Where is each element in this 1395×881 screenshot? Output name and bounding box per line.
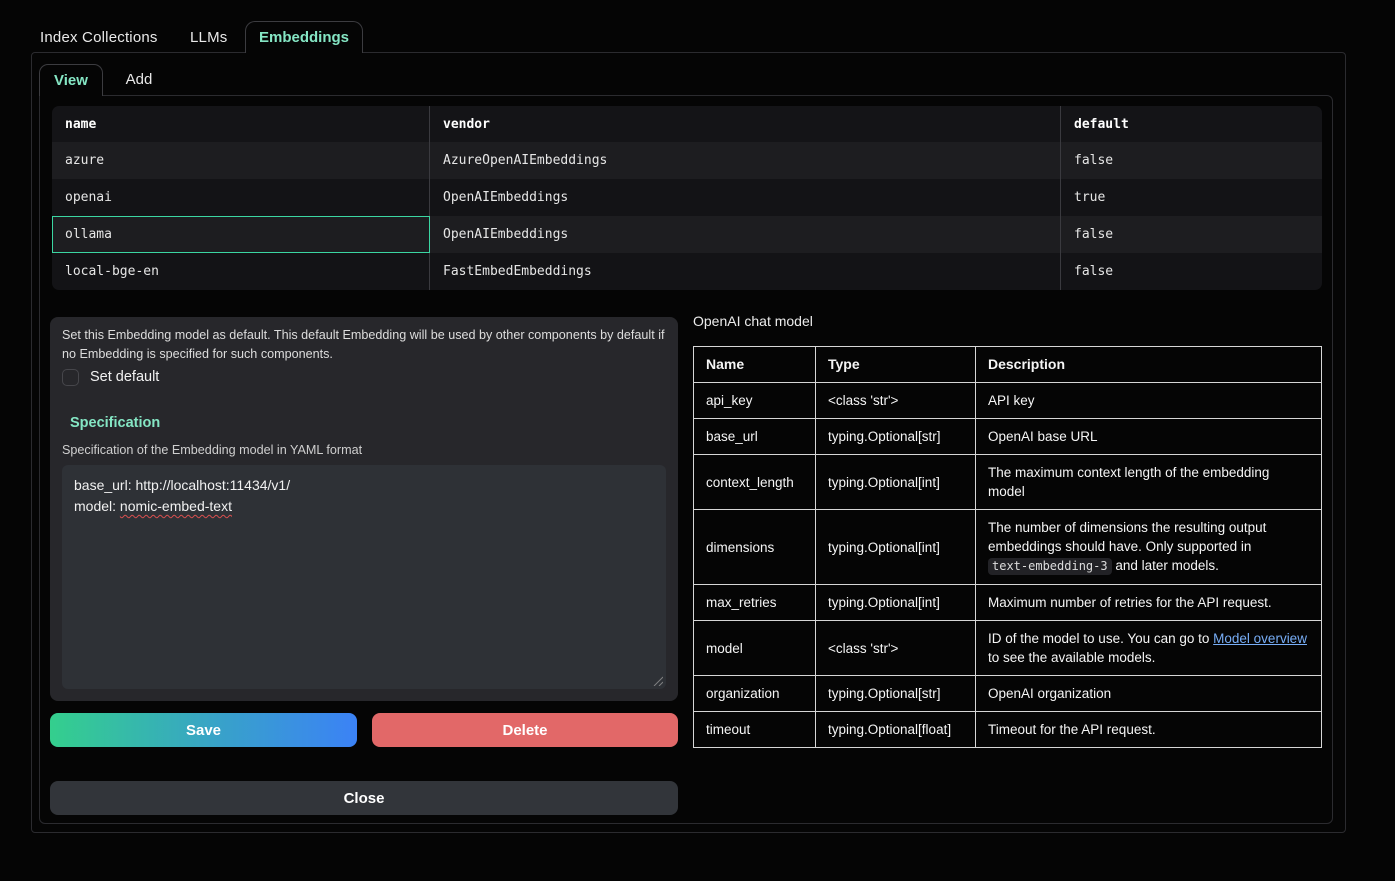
misspelled-word: nomic-embed-text — [120, 498, 232, 514]
schema-row-dimensions: dimensions typing.Optional[int] The numb… — [694, 510, 1322, 585]
resize-handle-icon[interactable] — [652, 675, 663, 686]
table-row-ollama-selected[interactable]: ollama OpenAIEmbeddings false — [52, 216, 1322, 253]
model-overview-link[interactable]: Model overview — [1213, 631, 1307, 646]
cell-vendor[interactable]: AzureOpenAIEmbeddings — [430, 142, 1061, 179]
schema-desc: Timeout for the API request. — [976, 712, 1322, 748]
table-row-azure[interactable]: azure AzureOpenAIEmbeddings false — [52, 142, 1322, 179]
cell-default[interactable]: false — [1061, 253, 1322, 290]
delete-button[interactable]: Delete — [372, 713, 678, 747]
schema-desc: OpenAI base URL — [976, 419, 1322, 455]
cell-default[interactable]: false — [1061, 142, 1322, 179]
set-default-label: Set default — [90, 369, 159, 385]
subtab-add-label: Add — [126, 71, 153, 88]
schema-row-context-length: context_length typing.Optional[int] The … — [694, 455, 1322, 510]
cell-name-selected[interactable]: ollama — [52, 216, 430, 253]
close-button[interactable]: Close — [50, 781, 678, 815]
schema-name: max_retries — [694, 585, 816, 621]
subtab-view[interactable]: View — [39, 64, 103, 96]
tab-llms[interactable]: LLMs — [190, 22, 227, 53]
schema-type: typing.Optional[int] — [816, 455, 976, 510]
schema-name: api_key — [694, 383, 816, 419]
schema-desc: OpenAI organization — [976, 676, 1322, 712]
main-tab-bar: Index Collections LLMs Embeddings — [0, 0, 1395, 53]
schema-col-description: Description — [976, 347, 1322, 383]
schema-name: model — [694, 621, 816, 676]
inline-code: text-embedding-3 — [988, 558, 1112, 575]
table-row-local-bge-en[interactable]: local-bge-en FastEmbedEmbeddings false — [52, 253, 1322, 290]
schema-col-name: Name — [694, 347, 816, 383]
schema-desc: The maximum context length of the embedd… — [976, 455, 1322, 510]
column-header-vendor[interactable]: vendor — [430, 106, 1061, 142]
embeddings-table: name vendor default azure AzureOpenAIEmb… — [52, 106, 1322, 290]
column-header-default[interactable]: default — [1061, 106, 1322, 142]
schema-name: dimensions — [694, 510, 816, 585]
schema-desc: ID of the model to use. You can go to Mo… — [976, 621, 1322, 676]
schema-row-api-key: api_key <class 'str'> API key — [694, 383, 1322, 419]
schema-type: <class 'str'> — [816, 621, 976, 676]
view-tab-panel: name vendor default azure AzureOpenAIEmb… — [39, 95, 1333, 824]
schema-type: <class 'str'> — [816, 383, 976, 419]
subtab-view-label: View — [54, 72, 88, 89]
cell-default[interactable]: false — [1061, 216, 1322, 253]
schema-row-timeout: timeout typing.Optional[float] Timeout f… — [694, 712, 1322, 748]
save-button[interactable]: Save — [50, 713, 357, 747]
schema-type: typing.Optional[float] — [816, 712, 976, 748]
schema-type: typing.Optional[str] — [816, 419, 976, 455]
cell-name[interactable]: local-bge-en — [52, 253, 430, 290]
set-default-checkbox-row[interactable]: Set default — [62, 366, 159, 388]
column-header-name[interactable]: name — [52, 106, 430, 142]
schema-type: typing.Optional[int] — [816, 585, 976, 621]
schema-panel-title: OpenAI chat model — [693, 313, 813, 329]
yaml-spec-textarea[interactable]: base_url: http://localhost:11434/v1/ mod… — [62, 465, 666, 689]
schema-row-model: model <class 'str'> ID of the model to u… — [694, 621, 1322, 676]
specification-heading: Specification — [70, 415, 160, 431]
cell-name[interactable]: openai — [52, 179, 430, 216]
specification-caption: Specification of the Embedding model in … — [62, 443, 362, 457]
cell-vendor[interactable]: OpenAIEmbeddings — [430, 179, 1061, 216]
schema-type: typing.Optional[int] — [816, 510, 976, 585]
set-default-checkbox[interactable] — [62, 369, 79, 386]
schema-name: base_url — [694, 419, 816, 455]
subtab-add[interactable]: Add — [111, 64, 167, 94]
schema-header-row: Name Type Description — [694, 347, 1322, 383]
schema-col-type: Type — [816, 347, 976, 383]
schema-table: Name Type Description api_key <class 'st… — [693, 346, 1322, 748]
cell-default[interactable]: true — [1061, 179, 1322, 216]
embedding-detail-panel: Set this Embedding model as default. Thi… — [50, 317, 678, 701]
cell-vendor[interactable]: OpenAIEmbeddings — [430, 216, 1061, 253]
schema-name: organization — [694, 676, 816, 712]
table-row-openai[interactable]: openai OpenAIEmbeddings true — [52, 179, 1322, 216]
schema-row-organization: organization typing.Optional[str] OpenAI… — [694, 676, 1322, 712]
schema-desc: API key — [976, 383, 1322, 419]
yaml-line-1: base_url: http://localhost:11434/v1/ — [74, 475, 654, 496]
cell-name[interactable]: azure — [52, 142, 430, 179]
schema-name: timeout — [694, 712, 816, 748]
schema-desc: Maximum number of retries for the API re… — [976, 585, 1322, 621]
tab-index-collections[interactable]: Index Collections — [40, 22, 158, 53]
schema-desc: The number of dimensions the resulting o… — [976, 510, 1322, 585]
embeddings-table-header: name vendor default — [52, 106, 1322, 142]
default-hint-text: Set this Embedding model as default. Thi… — [62, 326, 670, 364]
tab-embeddings[interactable]: Embeddings — [245, 21, 363, 53]
embeddings-panel: View Add name vendor default azure Azure… — [31, 52, 1346, 833]
schema-type: typing.Optional[str] — [816, 676, 976, 712]
tab-embeddings-label: Embeddings — [259, 29, 349, 46]
schema-row-max-retries: max_retries typing.Optional[int] Maximum… — [694, 585, 1322, 621]
schema-row-base-url: base_url typing.Optional[str] OpenAI bas… — [694, 419, 1322, 455]
schema-name: context_length — [694, 455, 816, 510]
cell-vendor[interactable]: FastEmbedEmbeddings — [430, 253, 1061, 290]
yaml-line-2: model: nomic-embed-text — [74, 496, 654, 517]
